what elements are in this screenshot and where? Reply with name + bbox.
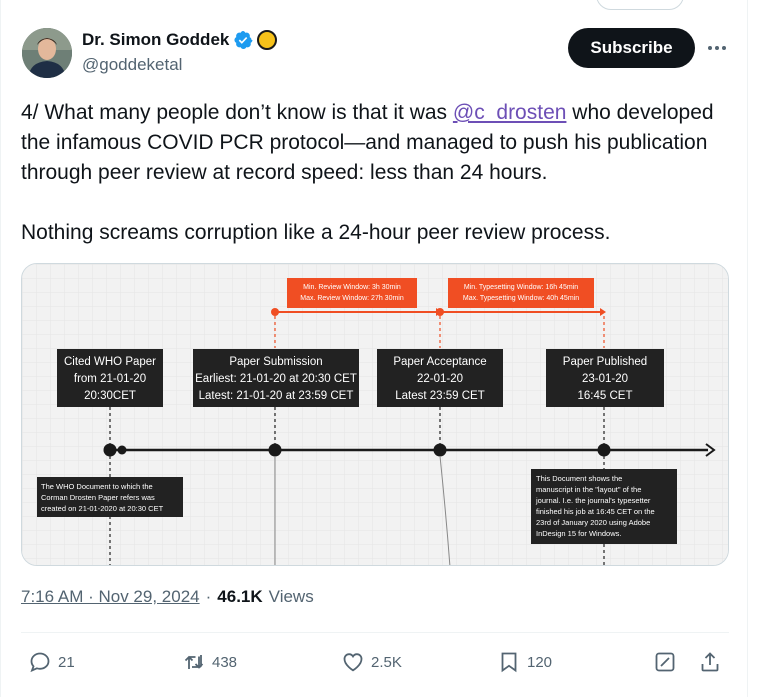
share-icon bbox=[701, 652, 719, 672]
handle[interactable]: @goddeketal bbox=[82, 55, 182, 75]
note-who-line1: The WHO Document to which the bbox=[41, 482, 153, 491]
bookmark-icon bbox=[501, 652, 517, 673]
tweet-media-image[interactable]: Min. Review Window: 3h 30min Max. Review… bbox=[21, 263, 729, 566]
heart-icon bbox=[343, 653, 363, 672]
author-name-row: Dr. Simon Goddek bbox=[82, 30, 278, 50]
avatar[interactable] bbox=[22, 28, 72, 78]
repost-icon bbox=[184, 655, 204, 669]
meta-separator: · bbox=[205, 587, 212, 606]
like-button[interactable]: 2.5K bbox=[341, 648, 402, 676]
note-doc-line6: InDesign 15 for Windows. bbox=[536, 529, 621, 538]
display-name[interactable]: Dr. Simon Goddek bbox=[82, 30, 229, 50]
note-doc-line1: This Document shows the bbox=[536, 474, 622, 483]
timestamp-link[interactable]: 7:16 AM · Nov 29, 2024 bbox=[21, 587, 200, 607]
reply-count: 21 bbox=[58, 653, 75, 671]
more-options-icon[interactable] bbox=[703, 34, 731, 62]
reply-button[interactable]: 21 bbox=[28, 648, 75, 676]
box-published-line3: 16:45 CET bbox=[578, 390, 633, 402]
node-submission bbox=[268, 443, 282, 457]
box-submission-line2: Earliest: 21-01-20 at 20:30 CET bbox=[195, 373, 357, 385]
note-doc-line2: manuscript in the "layout" of the bbox=[536, 485, 641, 494]
note-doc-line5: 23rd of January 2020 using Adobe bbox=[536, 518, 650, 527]
divider bbox=[21, 632, 729, 633]
node-cited-who bbox=[103, 443, 117, 457]
mention-link[interactable]: @c_drosten bbox=[453, 101, 567, 124]
box-acceptance-line3: Latest 23:59 CET bbox=[395, 390, 485, 402]
tweet-text: 4/ What many people don’t know is that i… bbox=[21, 98, 733, 248]
node-published bbox=[597, 443, 611, 457]
share-button[interactable] bbox=[698, 648, 722, 676]
bookmark-button[interactable]: 120 bbox=[497, 648, 552, 676]
tweet-paragraph-1: 4/ What many people don’t know is that i… bbox=[21, 98, 733, 188]
left-border bbox=[0, 0, 1, 697]
box-submission-title: Paper Submission bbox=[229, 356, 322, 368]
tweet-meta: 7:16 AM · Nov 29, 2024 · 46.1K Views bbox=[21, 587, 314, 607]
review-start-dot bbox=[271, 308, 279, 316]
note-who-line2: Corman Drosten Paper refers was bbox=[41, 493, 155, 502]
views-label: Views bbox=[268, 587, 314, 606]
node-small bbox=[117, 445, 127, 455]
repost-button[interactable]: 438 bbox=[182, 648, 237, 676]
typesetting-window-min: Min. Typesetting Window: 16h 45min bbox=[464, 284, 578, 291]
bookmark-count: 120 bbox=[527, 653, 553, 671]
box-submission-line3: Latest: 21-01-20 at 23:59 CET bbox=[199, 390, 354, 402]
note-who-line3: created on 21-01-2020 at 20:30 CET bbox=[41, 504, 164, 513]
right-border bbox=[747, 0, 748, 697]
partial-button[interactable] bbox=[596, 0, 684, 10]
review-window-min: Min. Review Window: 3h 30min bbox=[303, 284, 401, 291]
grok-icon bbox=[655, 652, 675, 672]
verified-badge-icon[interactable] bbox=[233, 30, 253, 50]
avatar-image bbox=[22, 28, 72, 78]
tweet-paragraph-2: Nothing screams corruption like a 24-hou… bbox=[21, 221, 611, 244]
subscribe-button[interactable]: Subscribe bbox=[568, 28, 695, 68]
box-cited-who-line2: from 21-01-20 bbox=[74, 373, 146, 385]
reply-icon bbox=[30, 652, 50, 673]
timeline-diagram: Min. Review Window: 3h 30min Max. Review… bbox=[22, 264, 728, 565]
node-acceptance bbox=[433, 443, 447, 457]
acceptance-dot bbox=[436, 308, 444, 316]
review-window-label bbox=[287, 278, 417, 308]
views-count: 46.1K bbox=[217, 587, 263, 606]
affiliate-badge-icon[interactable] bbox=[257, 30, 278, 50]
tweet-text-part: 4/ What many people don’t know is that i… bbox=[21, 101, 453, 124]
typesetting-window-max: Max. Typesetting Window: 40h 45min bbox=[463, 295, 579, 302]
review-window-max: Max. Review Window: 27h 30min bbox=[300, 295, 404, 302]
repost-count: 438 bbox=[212, 653, 238, 671]
box-published-title: Paper Published bbox=[563, 356, 647, 368]
box-cited-who-title: Cited WHO Paper bbox=[64, 356, 156, 368]
box-acceptance-line2: 22-01-20 bbox=[417, 373, 463, 385]
grok-button[interactable] bbox=[653, 648, 677, 676]
box-published-line2: 23-01-20 bbox=[582, 373, 628, 385]
note-doc-line4: finished his job at 16:45 CET on the bbox=[536, 507, 655, 516]
like-count: 2.5K bbox=[371, 653, 402, 671]
note-doc-line3: journal. I.e. the journal's typesetter bbox=[535, 496, 651, 505]
typesetting-window-label bbox=[448, 278, 594, 308]
box-cited-who-line3: 20:30CET bbox=[84, 390, 136, 402]
box-acceptance-title: Paper Acceptance bbox=[393, 356, 486, 368]
